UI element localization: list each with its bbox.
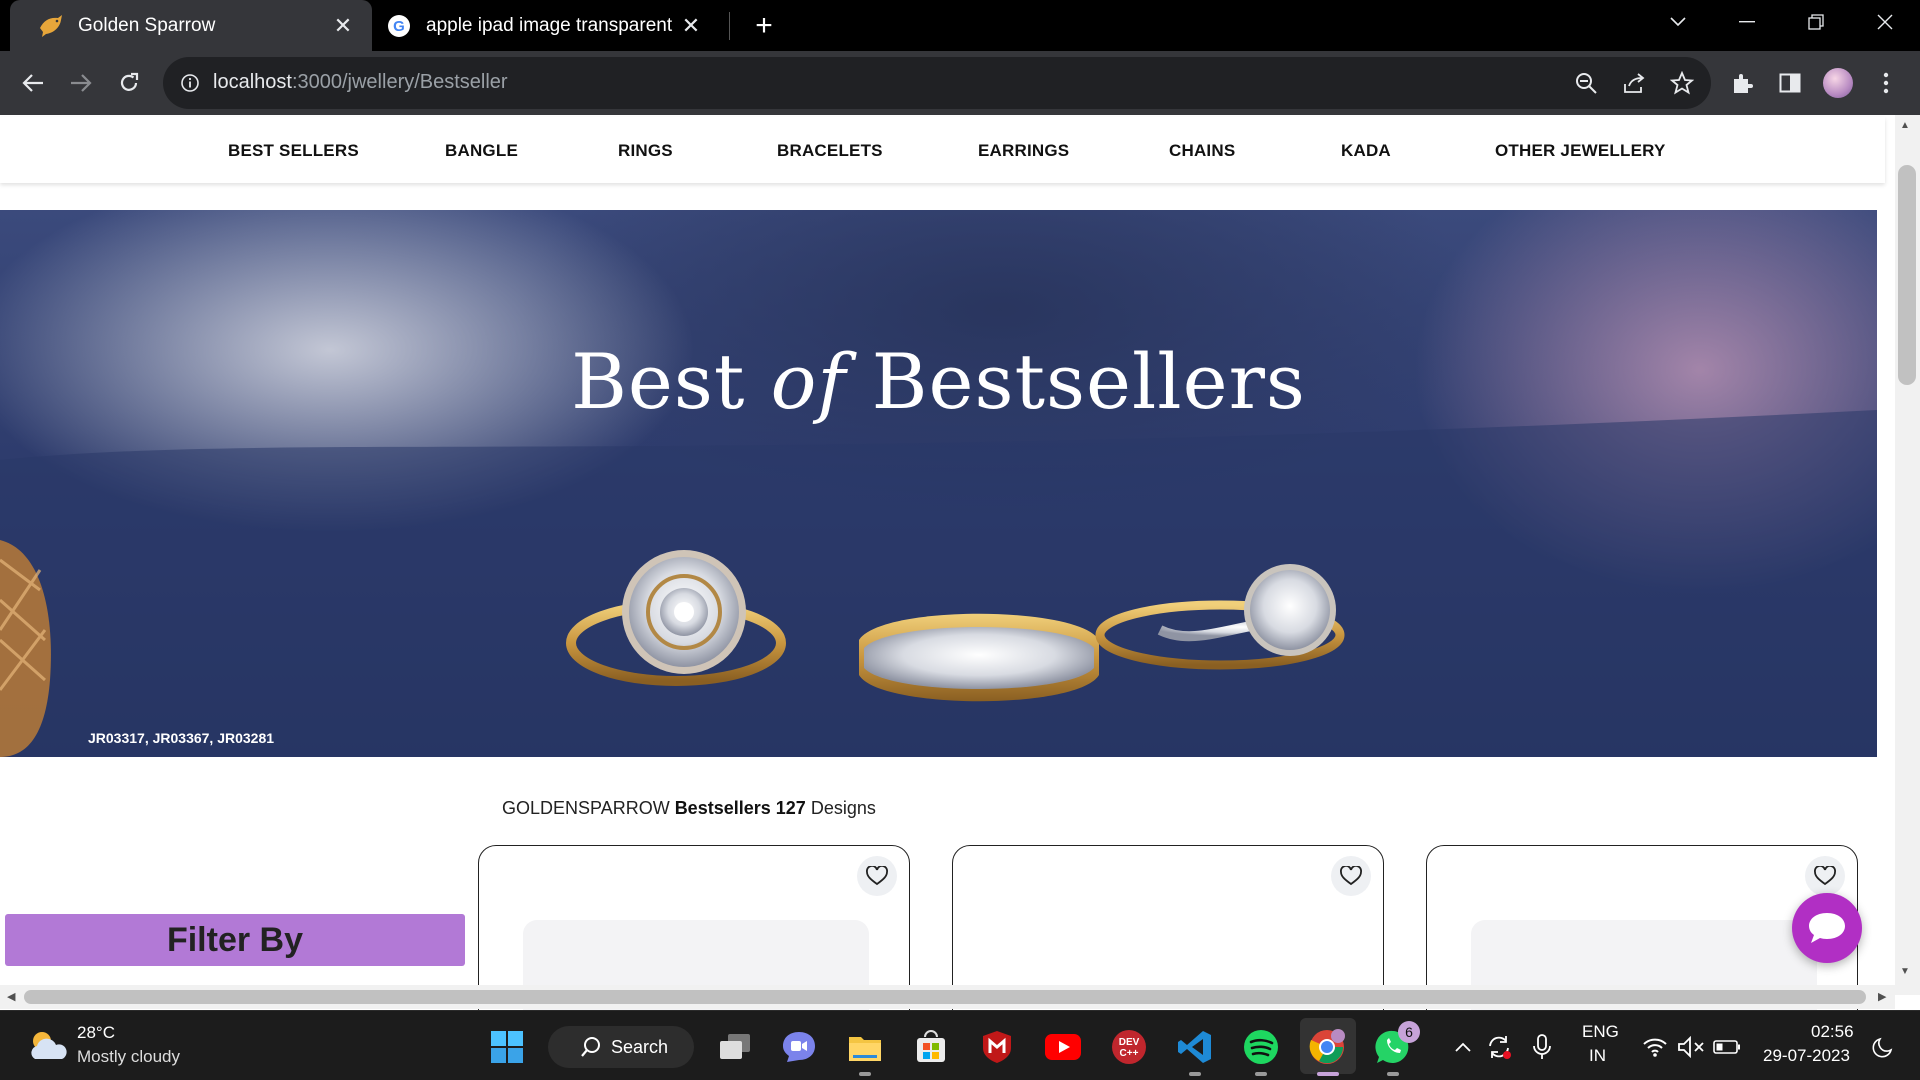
nav-best-sellers[interactable]: BEST SELLERS: [228, 141, 359, 161]
minimize-icon[interactable]: [1713, 0, 1781, 44]
weather-cloud-icon[interactable]: [26, 1027, 68, 1065]
tab-search-icon[interactable]: [1644, 0, 1712, 44]
running-indicator: [1387, 1072, 1399, 1076]
battery-icon[interactable]: [1708, 1028, 1746, 1066]
filter-by-heading[interactable]: Filter By: [5, 914, 465, 966]
scroll-left-arrow-icon[interactable]: ◀: [7, 990, 15, 1003]
page-viewport: BEST SELLERS BANGLE RINGS BRACELETS EARR…: [0, 115, 1920, 1010]
chrome-menu-icon[interactable]: [1868, 65, 1904, 101]
tab-golden-sparrow[interactable]: Golden Sparrow ✕: [10, 0, 372, 51]
tab-divider: [729, 12, 730, 40]
google-icon: G: [386, 13, 412, 39]
scroll-up-arrow-icon[interactable]: ▲: [1900, 120, 1910, 131]
active-indicator: [1317, 1072, 1339, 1076]
horizontal-scroll-thumb[interactable]: [24, 990, 1866, 1004]
forward-icon[interactable]: [63, 65, 99, 101]
microphone-icon[interactable]: [1523, 1028, 1561, 1066]
banner-title: Best of Bestsellers: [571, 337, 1306, 426]
svg-text:G: G: [393, 18, 405, 35]
wishlist-heart-icon[interactable]: [857, 856, 897, 896]
close-window-icon[interactable]: [1851, 0, 1919, 44]
microsoft-store-icon[interactable]: [912, 1028, 950, 1066]
back-icon[interactable]: [15, 65, 51, 101]
spotify-icon[interactable]: [1242, 1028, 1280, 1066]
running-indicator: [1255, 1072, 1267, 1076]
file-explorer-icon[interactable]: [846, 1028, 884, 1066]
windows-start-icon[interactable]: [488, 1028, 526, 1066]
sparrow-icon: [38, 13, 64, 39]
notification-moon-icon[interactable]: [1864, 1028, 1902, 1066]
running-indicator: [859, 1072, 871, 1076]
chat-icon: [1809, 913, 1845, 943]
mcafee-icon[interactable]: [978, 1028, 1016, 1066]
url-text: localhost:3000/jwellery/Bestseller: [213, 71, 508, 93]
clock-time[interactable]: 02:56: [1811, 1022, 1854, 1042]
category-nav: BEST SELLERS BANGLE RINGS BRACELETS EARR…: [0, 117, 1885, 183]
whatsapp-badge: 6: [1398, 1021, 1420, 1043]
close-tab-icon[interactable]: ✕: [330, 13, 356, 39]
scroll-right-arrow-icon[interactable]: ▶: [1878, 990, 1886, 1003]
tab-title: apple ipad image transparent ba: [426, 14, 678, 36]
wishlist-heart-icon[interactable]: [1331, 856, 1371, 896]
youtube-icon[interactable]: [1044, 1028, 1082, 1066]
volume-muted-icon[interactable]: [1672, 1028, 1710, 1066]
weather-temp: 28°C: [77, 1023, 115, 1042]
search-icon: [581, 1037, 600, 1057]
nav-other-jewellery[interactable]: OTHER JEWELLERY: [1495, 141, 1666, 161]
nav-bangle[interactable]: BANGLE: [445, 141, 518, 161]
taskbar-search-box[interactable]: Search: [548, 1026, 694, 1068]
region-indicator: IN: [1589, 1046, 1606, 1065]
extensions-icon[interactable]: [1724, 65, 1760, 101]
reload-icon[interactable]: [111, 65, 147, 101]
nav-earrings[interactable]: EARRINGS: [978, 141, 1069, 161]
teams-chat-icon[interactable]: [780, 1028, 818, 1066]
nav-bracelets[interactable]: BRACELETS: [777, 141, 883, 161]
bookmark-star-icon[interactable]: [1669, 70, 1695, 96]
browser-tab-strip: Golden Sparrow ✕ G apple ipad image tran…: [0, 0, 1920, 51]
close-tab-icon[interactable]: ✕: [678, 13, 704, 39]
hero-banner: Best of Bestsellers JR03317, JR03367, JR…: [0, 210, 1877, 757]
windows-taskbar: 28°C Mostly cloudy Search DEV C++ 6 ENG …: [0, 1010, 1920, 1080]
tab-title: Golden Sparrow: [78, 14, 216, 36]
clock-date[interactable]: 29-07-2023: [1763, 1046, 1850, 1066]
wishlist-heart-icon[interactable]: [1805, 856, 1845, 896]
banner-rings-image: [0, 410, 1877, 757]
restore-icon[interactable]: [1782, 0, 1850, 44]
address-bar[interactable]: localhost:3000/jwellery/Bestseller: [163, 57, 1711, 109]
tab-google-search[interactable]: G apple ipad image transparent ba ✕: [372, 0, 720, 51]
show-hidden-icons-chevron-icon[interactable]: [1444, 1028, 1482, 1066]
svg-text:C++: C++: [1120, 1048, 1139, 1059]
running-indicator: [1189, 1072, 1201, 1076]
task-view-icon[interactable]: [716, 1028, 754, 1066]
scroll-down-arrow-icon[interactable]: ▼: [1900, 966, 1910, 977]
side-panel-icon[interactable]: [1772, 65, 1808, 101]
sync-icon[interactable]: [1480, 1028, 1518, 1066]
share-icon[interactable]: [1621, 70, 1647, 96]
dev-cpp-icon[interactable]: DEV C++: [1110, 1028, 1148, 1066]
vscode-icon[interactable]: [1176, 1028, 1214, 1066]
product-codes: JR03317, JR03367, JR03281: [88, 730, 275, 746]
weather-desc: Mostly cloudy: [77, 1047, 180, 1066]
nav-kada[interactable]: KADA: [1341, 141, 1391, 161]
zoom-icon[interactable]: [1573, 70, 1599, 96]
browser-toolbar: localhost:3000/jwellery/Bestseller: [0, 51, 1920, 115]
wifi-icon[interactable]: [1636, 1028, 1674, 1066]
design-count: GOLDENSPARROW Bestsellers 127 Designs: [502, 798, 876, 818]
site-info-icon[interactable]: [177, 70, 203, 96]
nav-chains[interactable]: CHAINS: [1169, 141, 1235, 161]
search-label: Search: [611, 1036, 669, 1057]
vertical-scroll-thumb[interactable]: [1898, 165, 1916, 385]
profile-avatar[interactable]: [1820, 65, 1856, 101]
nav-rings[interactable]: RINGS: [618, 141, 673, 161]
svg-text:DEV: DEV: [1119, 1037, 1140, 1048]
language-indicator[interactable]: ENG: [1582, 1022, 1619, 1042]
chrome-icon[interactable]: [1308, 1028, 1346, 1066]
new-tab-icon[interactable]: +: [748, 9, 780, 42]
chat-bubble-button[interactable]: [1792, 893, 1862, 963]
